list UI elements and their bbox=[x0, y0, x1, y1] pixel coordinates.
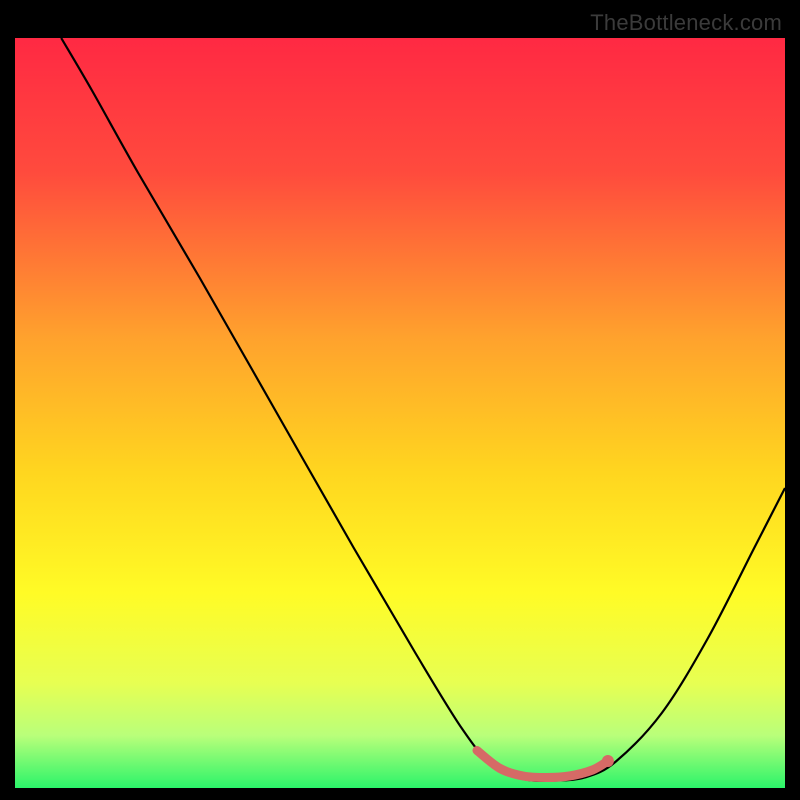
watermark-text: TheBottleneck.com bbox=[590, 10, 782, 36]
bottleneck-chart bbox=[15, 38, 785, 788]
chart-frame bbox=[15, 38, 785, 788]
highlight-dot bbox=[602, 755, 614, 767]
gradient-background bbox=[15, 38, 785, 788]
